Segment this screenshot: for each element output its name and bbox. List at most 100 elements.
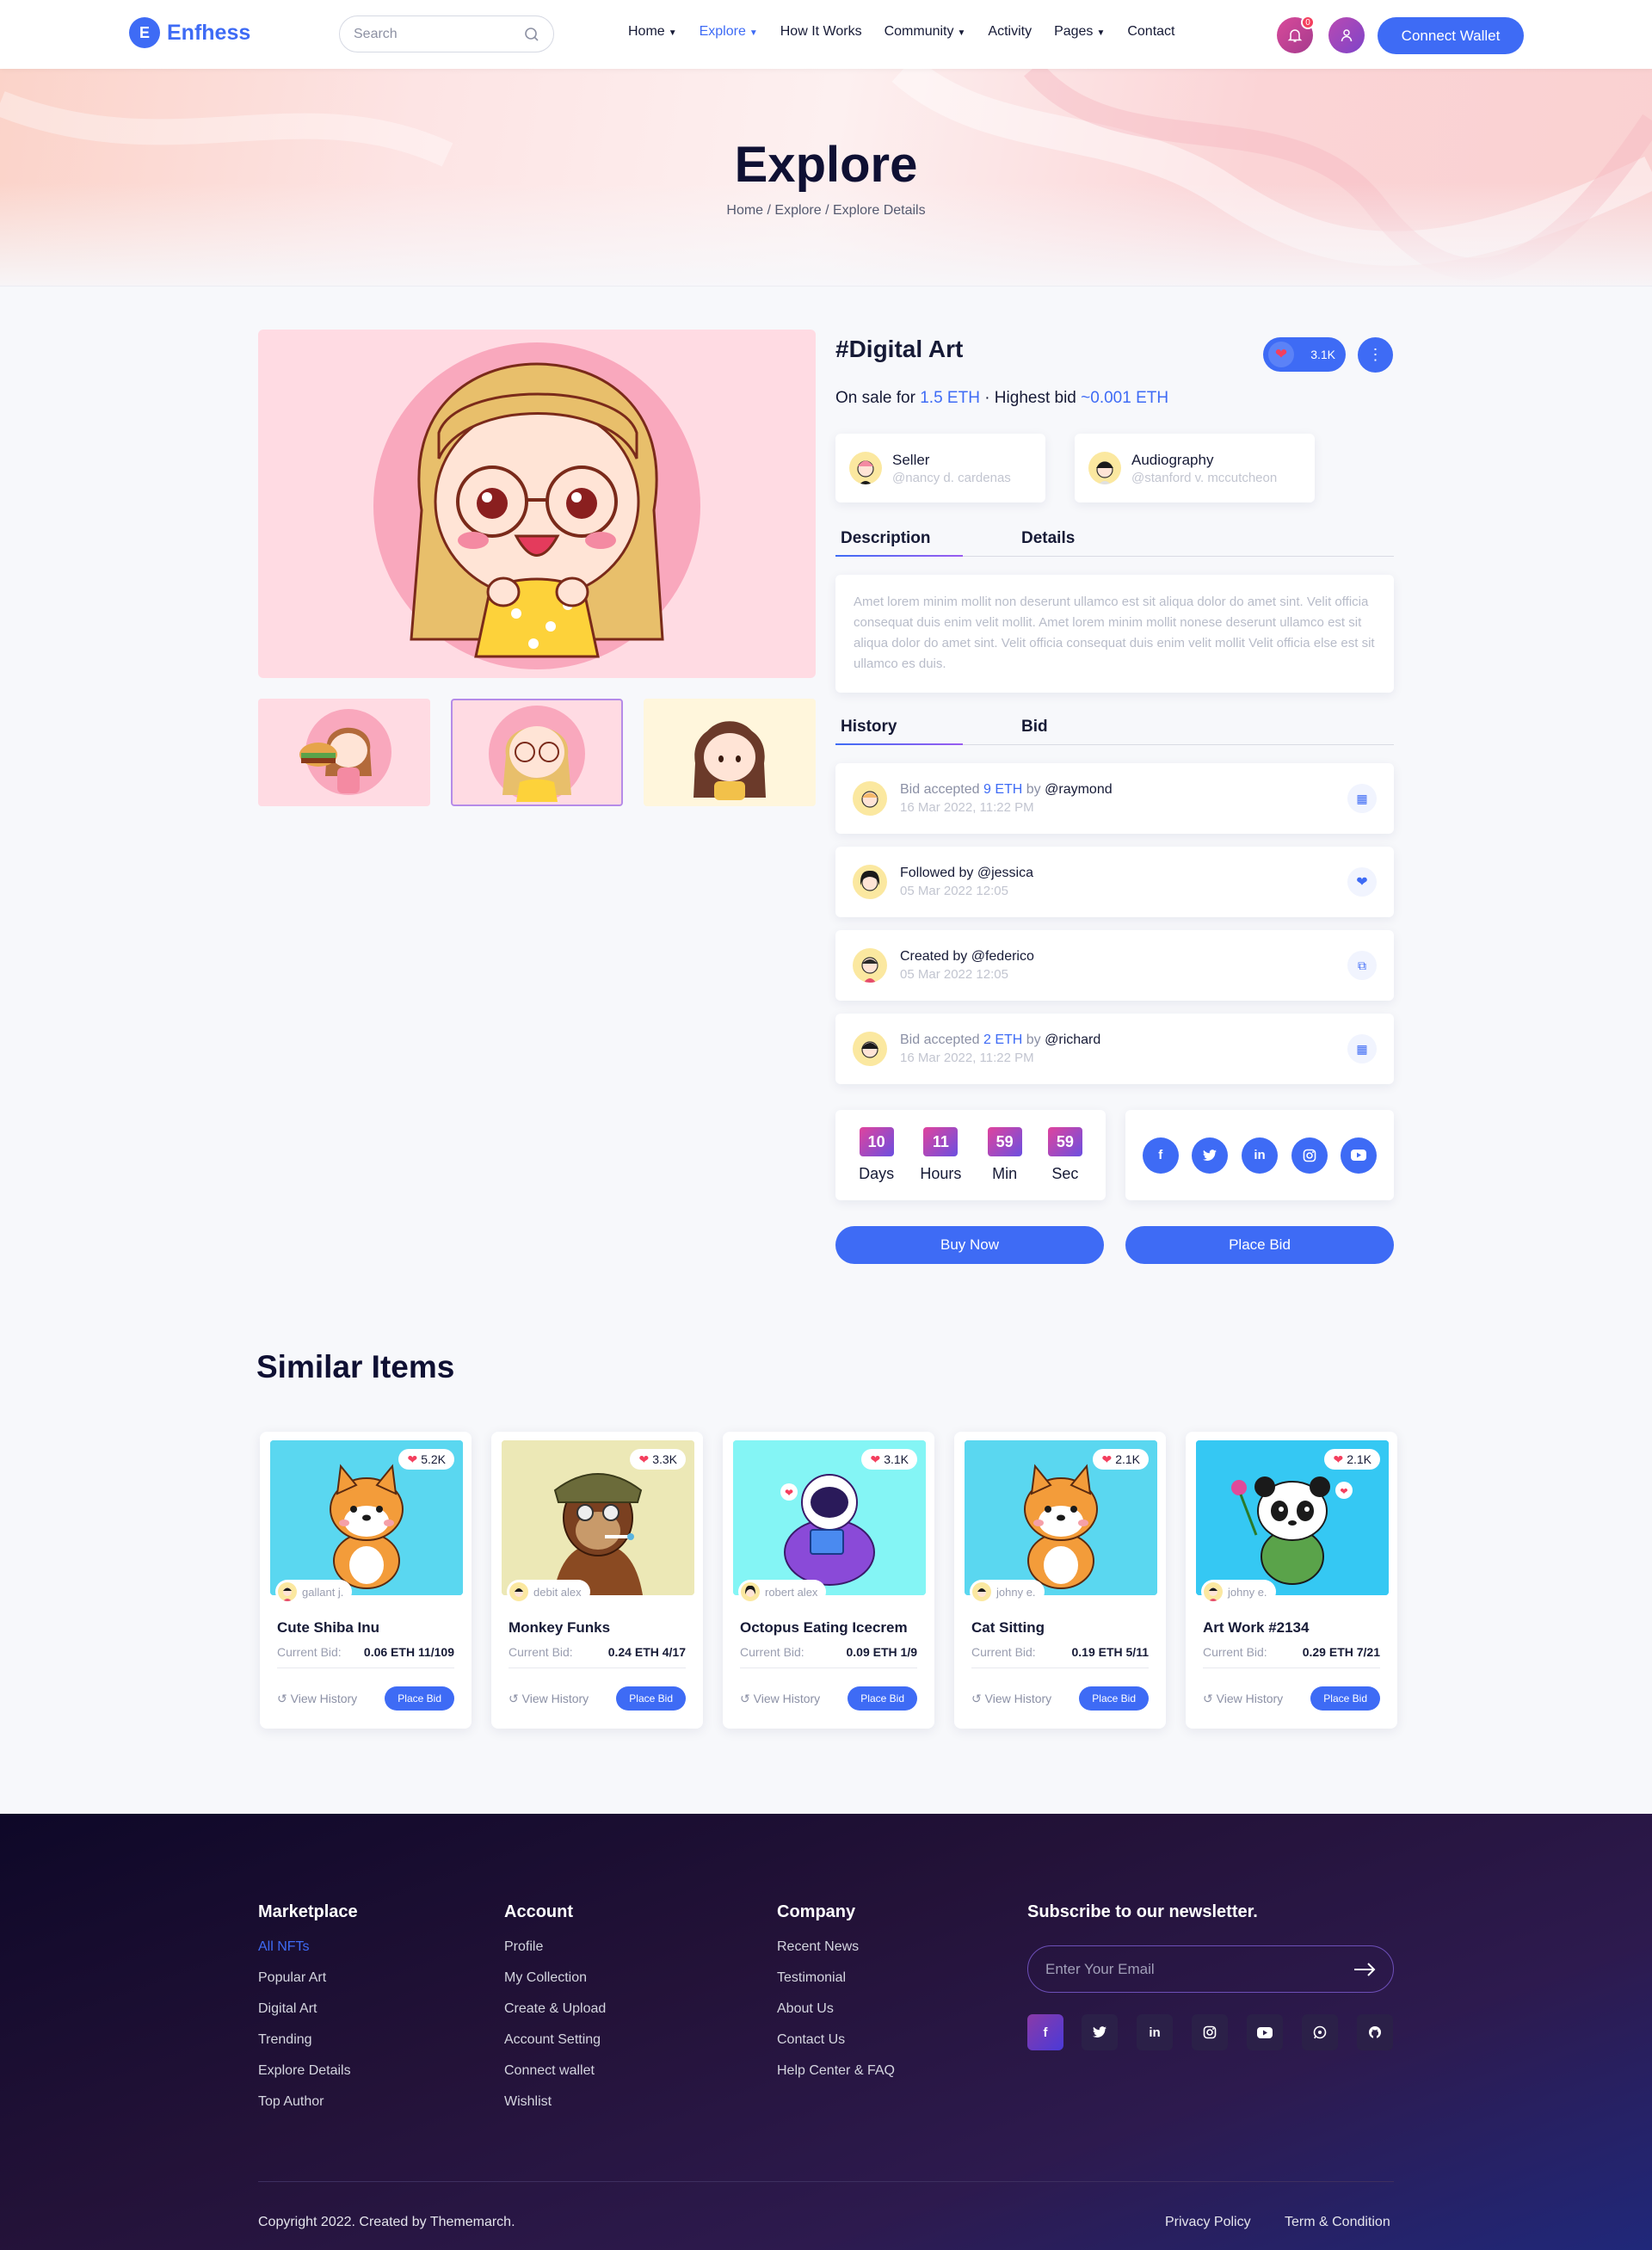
instagram-icon[interactable] xyxy=(1192,2014,1228,2050)
history-user[interactable]: @federico xyxy=(971,949,1034,964)
card-owner[interactable]: johny e. xyxy=(1201,1580,1276,1604)
footer-link[interactable]: Contact Us xyxy=(777,2032,895,2048)
twitter-icon[interactable] xyxy=(1192,1137,1229,1174)
card-place-bid-button[interactable]: Place Bid xyxy=(848,1686,917,1711)
card-owner[interactable]: johny e. xyxy=(970,1580,1045,1604)
footer-link[interactable]: Connect wallet xyxy=(504,2063,606,2079)
nft-card[interactable]: ❤ ❤ 3.1K robert alex Octopus Eating Icecr… xyxy=(723,1432,934,1729)
nav-home[interactable]: Home ▼ xyxy=(628,24,677,40)
sale-info: On sale for 1.5 ETH · Highest bid ~0.001… xyxy=(835,389,1168,408)
card-like-button[interactable]: ❤ 2.1K xyxy=(1093,1449,1149,1470)
history-time: 16 Mar 2022, 11:22 PM xyxy=(900,1051,1034,1065)
youtube-icon[interactable] xyxy=(1341,1137,1378,1174)
linkedin-icon[interactable]: in xyxy=(1241,1137,1278,1174)
facebook-icon[interactable]: f xyxy=(1027,2014,1063,2050)
thumbnail-glasses-girl[interactable] xyxy=(451,699,623,806)
footer-link[interactable]: Wishlist xyxy=(504,2094,606,2110)
footer-link[interactable]: Recent News xyxy=(777,1939,895,1955)
footer-link[interactable]: Digital Art xyxy=(258,2001,358,2017)
newsletter-email-input[interactable] xyxy=(1045,1960,1338,1978)
footer-link[interactable]: Help Center & FAQ xyxy=(777,2063,895,2079)
card-place-bid-button[interactable]: Place Bid xyxy=(616,1686,686,1711)
card-place-bid-button[interactable]: Place Bid xyxy=(1079,1686,1149,1711)
github-icon[interactable] xyxy=(1357,2014,1393,2050)
notification-button[interactable]: 0 xyxy=(1277,15,1315,53)
card-like-button[interactable]: ❤ 3.3K xyxy=(630,1449,686,1470)
footer-link[interactable]: Account Setting xyxy=(504,2032,606,2048)
svg-text:❤: ❤ xyxy=(785,1487,793,1499)
nft-card[interactable]: ❤ 5.2K gallant j. Cute Shiba Inu Current … xyxy=(260,1432,472,1729)
card-owner[interactable]: debit alex xyxy=(507,1580,590,1604)
search-icon[interactable] xyxy=(524,27,539,42)
card-place-bid-button[interactable]: Place Bid xyxy=(1310,1686,1380,1711)
history-user[interactable]: @richard xyxy=(1045,1033,1100,1047)
view-history-link[interactable]: ↺ View History xyxy=(509,1692,589,1706)
card-place-bid-button[interactable]: Place Bid xyxy=(385,1686,454,1711)
profile-button[interactable] xyxy=(1328,17,1365,53)
current-bid-value: 0.29 ETH 7/21 xyxy=(1302,1645,1380,1659)
buy-now-button[interactable]: Buy Now xyxy=(835,1226,1104,1264)
connect-wallet-button[interactable]: Connect Wallet xyxy=(1378,17,1524,54)
nav-activity[interactable]: Activity xyxy=(988,24,1032,40)
footer-link[interactable]: Top Author xyxy=(258,2094,358,2110)
nft-card[interactable]: ❤ 2.1K johny e. Cat Sitting Current Bid: 0… xyxy=(954,1432,1166,1729)
card-like-button[interactable]: ❤ 3.1K xyxy=(861,1449,917,1470)
linkedin-icon[interactable]: in xyxy=(1137,2014,1173,2050)
twitter-icon[interactable] xyxy=(1082,2014,1118,2050)
breadcrumb[interactable]: Home / Explore / Explore Details xyxy=(0,203,1652,219)
history-user[interactable]: @raymond xyxy=(1045,782,1113,797)
footer-link[interactable]: My Collection xyxy=(504,1970,606,1986)
footer-link[interactable]: Trending xyxy=(258,2032,358,2048)
footer-link[interactable]: Profile xyxy=(504,1939,606,1955)
like-button[interactable]: ❤ 3.1K xyxy=(1263,337,1346,372)
thumbnail-burger-girl[interactable] xyxy=(258,699,430,806)
nft-card[interactable]: ❤ 3.3K debit alex Monkey Funks Current Bi… xyxy=(491,1432,703,1729)
history-action: Followed by xyxy=(900,866,974,880)
nav-community[interactable]: Community ▼ xyxy=(885,24,966,40)
nft-card[interactable]: ❤ ❤ 2.1K johny e. Art Work #2134 Current … xyxy=(1186,1432,1397,1729)
view-history-link[interactable]: ↺ View History xyxy=(277,1692,357,1706)
whatsapp-icon[interactable] xyxy=(1302,2014,1338,2050)
tab-history[interactable]: History xyxy=(835,711,1016,745)
countdown-hours: 11 Hours xyxy=(920,1127,961,1200)
footer-link[interactable]: All NFTs xyxy=(258,1939,358,1955)
terms-link[interactable]: Term & Condition xyxy=(1285,2215,1390,2230)
tab-bid[interactable]: Bid xyxy=(1016,711,1197,744)
search-input[interactable] xyxy=(354,26,509,42)
seller-card[interactable]: Seller @nancy d. cardenas xyxy=(835,434,1045,502)
history-item: Created by @federico 05 Mar 2022 12:05 ⧉ xyxy=(835,930,1394,1001)
nav-explore[interactable]: Explore ▼ xyxy=(700,24,758,40)
nav-pages[interactable]: Pages ▼ xyxy=(1054,24,1105,40)
footer-link[interactable]: Testimonial xyxy=(777,1970,895,1986)
footer-link[interactable]: About Us xyxy=(777,2001,895,2017)
footer-link[interactable]: Popular Art xyxy=(258,1970,358,1986)
tab-details[interactable]: Details xyxy=(1016,522,1197,556)
privacy-policy-link[interactable]: Privacy Policy xyxy=(1165,2215,1251,2230)
view-history-link[interactable]: ↺ View History xyxy=(1203,1692,1283,1706)
facebook-icon[interactable]: f xyxy=(1142,1137,1179,1174)
chevron-down-icon: ▼ xyxy=(1096,28,1106,38)
place-bid-button[interactable]: Place Bid xyxy=(1125,1226,1394,1264)
youtube-icon[interactable] xyxy=(1247,2014,1283,2050)
card-like-button[interactable]: ❤ 2.1K xyxy=(1324,1449,1380,1470)
more-options-button[interactable]: ⋮ xyxy=(1358,337,1393,373)
history-user[interactable]: @jessica xyxy=(977,866,1033,880)
card-owner[interactable]: gallant j. xyxy=(275,1580,353,1604)
brand-logo[interactable]: E Enfhess xyxy=(129,17,250,48)
arrow-right-icon[interactable] xyxy=(1353,1962,1376,1976)
footer-link[interactable]: Explore Details xyxy=(258,2063,358,2079)
instagram-icon[interactable] xyxy=(1291,1137,1328,1174)
view-history-link[interactable]: ↺ View History xyxy=(971,1692,1051,1706)
tab-description[interactable]: Description xyxy=(835,522,1016,557)
card-like-button[interactable]: ❤ 5.2K xyxy=(398,1449,454,1470)
footer-link[interactable]: Create & Upload xyxy=(504,2001,606,2017)
card-footer: ↺ View History Place Bid xyxy=(971,1686,1149,1711)
nav-how-it-works[interactable]: How It Works xyxy=(780,24,862,40)
history-amount: 9 ETH xyxy=(983,782,1023,797)
nav-contact[interactable]: Contact xyxy=(1127,24,1174,40)
history-action: Bid accepted xyxy=(900,782,980,797)
creator-card[interactable]: Audiography @stanford v. mccutcheon xyxy=(1075,434,1315,502)
view-history-link[interactable]: ↺ View History xyxy=(740,1692,820,1706)
card-owner[interactable]: robert alex xyxy=(738,1580,827,1604)
thumbnail-brown-hair-girl[interactable] xyxy=(644,699,816,806)
